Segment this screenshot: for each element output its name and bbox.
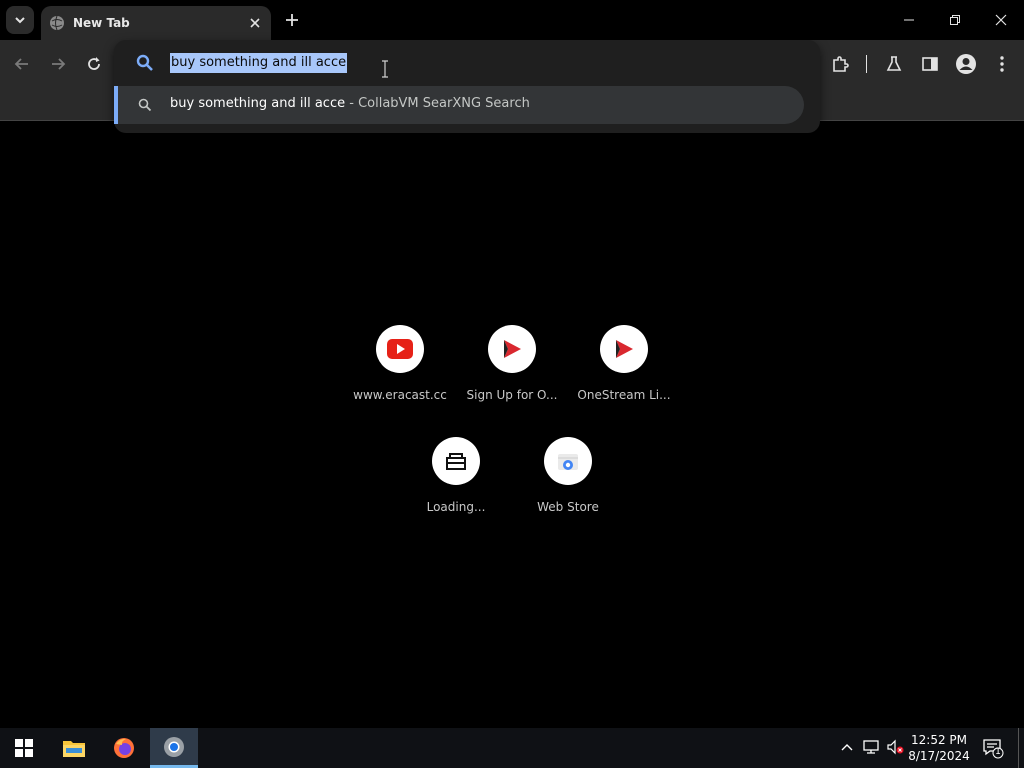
chevron-up-icon	[841, 744, 853, 751]
tab-title: New Tab	[73, 16, 130, 30]
folder-icon	[63, 741, 85, 757]
shortcut-tile[interactable]: Sign Up for O...	[456, 325, 568, 425]
puzzle-icon	[833, 56, 849, 72]
clock-date: 8/17/2024	[908, 749, 970, 763]
shortcut-icon-circle	[600, 325, 648, 373]
side-panel-icon	[922, 57, 938, 71]
tab-strip: New Tab	[0, 0, 1024, 40]
shortcut-icon-circle	[544, 437, 592, 485]
speaker-muted-icon	[887, 739, 904, 755]
youtube-icon	[387, 339, 413, 359]
forward-arrow-icon[interactable]	[48, 54, 68, 74]
reload-icon[interactable]	[84, 54, 104, 74]
search-icon	[138, 98, 152, 112]
shortcut-tile[interactable]: Loading...	[400, 437, 512, 537]
shortcut-tile[interactable]: www.eracast.cc	[344, 325, 456, 425]
search-icon	[136, 54, 153, 71]
shortcut-label: www.eracast.cc	[353, 388, 447, 402]
window-close-button[interactable]	[978, 0, 1024, 40]
globe-icon	[50, 15, 64, 31]
firefox-icon	[114, 738, 134, 758]
network-icon	[863, 740, 879, 754]
start-button[interactable]	[0, 728, 48, 768]
shortcut-icon-circle	[376, 325, 424, 373]
new-tab-button[interactable]	[283, 11, 301, 29]
clock-time: 12:52 PM	[911, 733, 967, 747]
shortcut-label: Sign Up for O...	[466, 388, 558, 402]
suggestion-separator: -	[345, 96, 359, 111]
chrome-icon	[164, 736, 184, 757]
omnibox-popup: buy something and ill acce buy something…	[114, 40, 820, 133]
suggestion-highlight-bar	[114, 86, 118, 124]
shortcut-icon-circle	[432, 437, 480, 485]
suggestion-query: buy something and ill acce	[170, 96, 346, 111]
omnibox-suggestion[interactable]: buy something and ill acce - CollabVM Se…	[114, 86, 804, 124]
toolbar-divider	[866, 55, 867, 73]
firefox-button[interactable]	[100, 728, 148, 768]
close-icon	[995, 14, 1007, 26]
tab-new-tab[interactable]: New Tab	[41, 6, 271, 40]
profile-button[interactable]	[955, 53, 977, 75]
menu-button[interactable]	[991, 53, 1013, 75]
suggestion-text: buy something and ill acce - CollabVM Se…	[170, 96, 530, 111]
chevron-down-icon	[15, 17, 25, 24]
shortcut-label: Web Store	[537, 500, 599, 514]
restore-icon	[950, 15, 960, 25]
clock[interactable]: 12:52 PM 8/17/2024	[904, 732, 974, 764]
web-store-icon	[558, 454, 578, 470]
omnibox-input[interactable]: buy something and ill acce	[170, 53, 348, 73]
restore-button[interactable]	[932, 0, 978, 40]
labs-button[interactable]	[883, 53, 905, 75]
chrome-button[interactable]	[150, 728, 198, 768]
more-vert-icon	[1000, 56, 1004, 72]
show-hidden-icons-button[interactable]	[838, 738, 856, 756]
shortcut-tile[interactable]: OneStream Li...	[568, 325, 680, 425]
shortcut-label: OneStream Li...	[577, 388, 671, 402]
windows-logo-icon	[15, 739, 33, 757]
avatar-icon	[956, 54, 976, 74]
side-panel-button[interactable]	[919, 53, 941, 75]
action-center-button[interactable]: 1	[982, 737, 1004, 759]
show-desktop-button[interactable]	[1018, 728, 1019, 768]
minimize-button[interactable]	[886, 0, 932, 40]
tab-search-button[interactable]	[6, 6, 34, 34]
store-box-icon	[446, 453, 466, 470]
onestream-icon	[616, 340, 633, 358]
taskbar: 12:52 PM 8/17/2024 1	[0, 728, 1024, 768]
network-button[interactable]	[862, 738, 880, 756]
onestream-icon	[504, 340, 521, 358]
notification-count: 1	[995, 747, 1001, 757]
suggestion-engine: CollabVM SearXNG Search	[358, 96, 530, 111]
close-icon[interactable]	[247, 15, 263, 31]
file-explorer-button[interactable]	[50, 728, 98, 768]
shortcut-icon-circle	[488, 325, 536, 373]
shortcut-tile[interactable]: Web Store	[512, 437, 624, 537]
back-arrow-icon[interactable]	[12, 54, 32, 74]
minimize-icon	[904, 19, 914, 21]
volume-button[interactable]	[886, 738, 904, 756]
shortcut-label: Loading...	[426, 500, 486, 514]
text-cursor-icon	[382, 60, 388, 78]
extensions-button[interactable]	[829, 53, 851, 75]
flask-icon	[886, 56, 902, 71]
